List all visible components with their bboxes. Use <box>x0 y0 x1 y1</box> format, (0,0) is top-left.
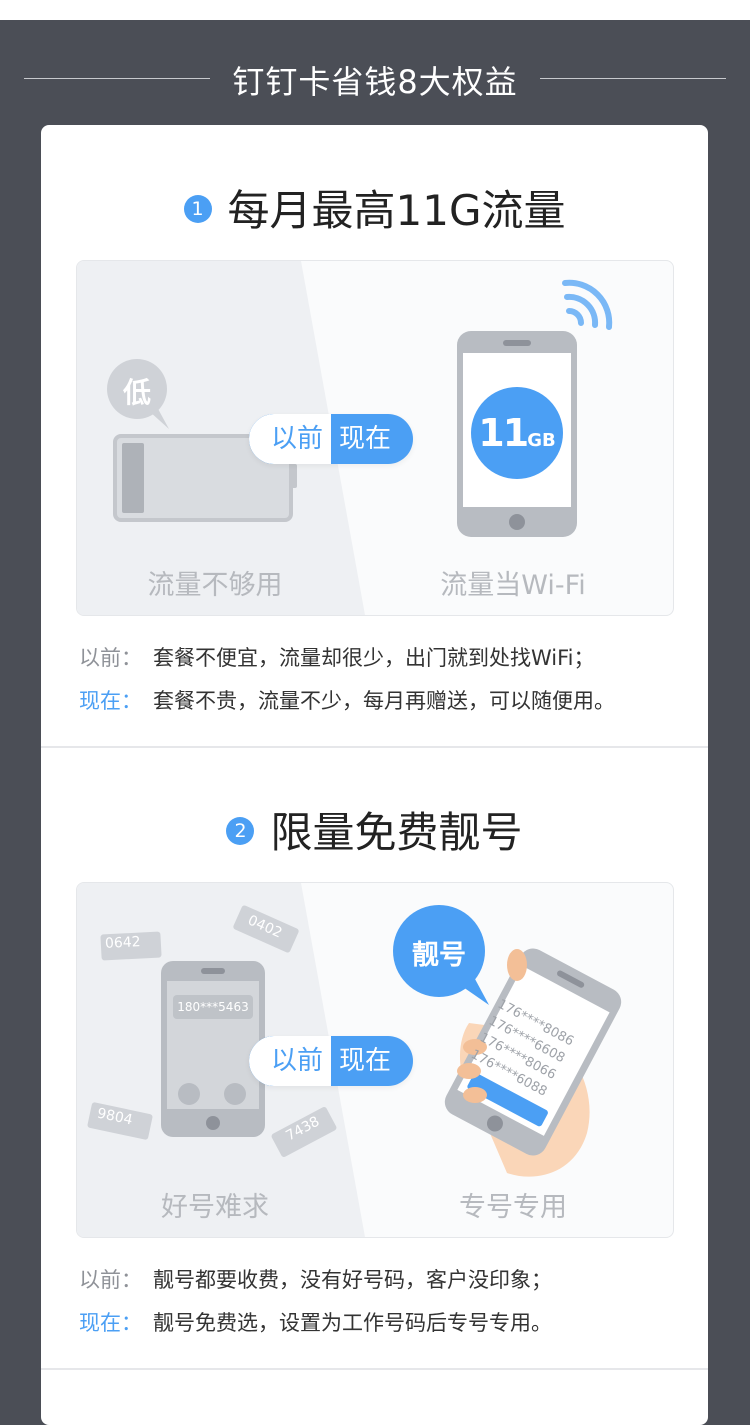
page-title: 钉钉卡省钱8大权益 <box>232 63 518 101</box>
before-after-toggle-1: 以前 现在 <box>249 414 413 464</box>
caption-data-as-wifi: 流量当Wi-Fi <box>440 570 586 601</box>
top-strip <box>0 0 750 20</box>
section-divider <box>41 1368 708 1370</box>
note-key-before: 以前： <box>79 646 142 670</box>
pill-now: 现在 <box>339 424 392 454</box>
gb-value: 11 <box>478 411 529 455</box>
pill-before: 以前 <box>249 414 331 464</box>
header-divider-left <box>24 78 210 79</box>
section-1-title: 1 每月最高11G流量 <box>41 177 708 238</box>
section-2-illustration: 0642 0402 9804 7438 180***5463 靓号 176***… <box>76 882 674 1238</box>
gb-badge: 11GB <box>471 411 563 455</box>
old-phone-number: 180***5463 <box>177 1000 249 1014</box>
section-divider <box>41 746 708 748</box>
section-2-title: 2 限量免费靓号 <box>41 799 708 860</box>
note-before-1: 以前： 套餐不便宜，流量却很少，出门就到处找WiFi； <box>79 642 595 672</box>
section-1-heading: 每月最高11G流量 <box>227 186 566 235</box>
pill-before: 以前 <box>249 1036 331 1086</box>
section-1-number-badge: 1 <box>183 194 212 223</box>
note-now-2: 现在： 靓号免费选，设置为工作号码后专号专用。 <box>79 1307 552 1337</box>
note-key-now: 现在： <box>79 689 142 713</box>
low-badge-label: 低 <box>122 376 151 409</box>
gb-unit: GB <box>527 430 556 451</box>
section-2-heading: 限量免费靓号 <box>270 808 523 857</box>
benefits-card: 1 每月最高11G流量 低 11GB 以前 现在 流量不够用 流量当Wi-Fi … <box>41 125 708 1425</box>
caption-dedicated-number: 专号专用 <box>459 1192 567 1223</box>
caption-hard-to-find: 好号难求 <box>161 1192 269 1223</box>
note-text: 靓号免费选，设置为工作号码后专号专用。 <box>153 1311 552 1335</box>
before-after-toggle-2: 以前 现在 <box>249 1036 413 1086</box>
section-1-illustration: 低 11GB 以前 现在 流量不够用 流量当Wi-Fi <box>76 260 674 616</box>
note-now-1: 现在： 套餐不贵，流量不少，每月再赠送，可以随便用。 <box>79 685 615 715</box>
scattered-number: 0642 <box>104 934 142 952</box>
pill-now: 现在 <box>339 1046 392 1076</box>
note-key-before: 以前： <box>79 1268 142 1292</box>
section-2-number-badge: 2 <box>226 816 255 845</box>
note-text: 套餐不贵，流量不少，每月再赠送，可以随便用。 <box>153 689 615 713</box>
note-before-2: 以前： 靓号都要收费，没有好号码，客户没印象； <box>79 1264 552 1294</box>
pretty-number-bubble-label: 靓号 <box>412 940 466 971</box>
note-text: 靓号都要收费，没有好号码，客户没印象； <box>153 1268 552 1292</box>
note-text: 套餐不便宜，流量却很少，出门就到处找WiFi； <box>153 646 595 670</box>
wifi-icon <box>562 279 613 330</box>
caption-not-enough-data: 流量不够用 <box>147 570 283 601</box>
header-divider-right <box>540 78 726 79</box>
note-key-now: 现在： <box>79 1311 142 1335</box>
